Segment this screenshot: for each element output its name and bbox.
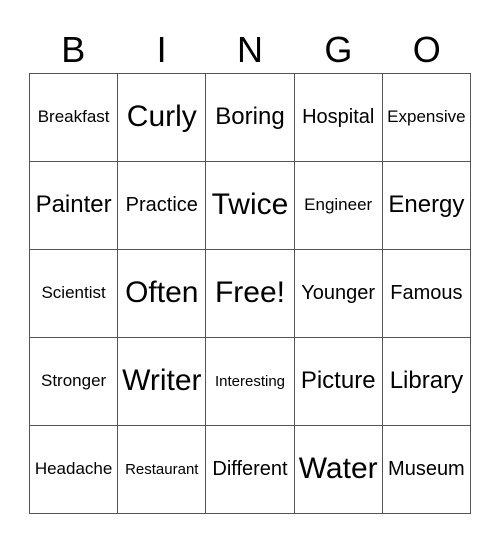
bingo-grid: Breakfast Curly Boring Hospital Expensive Pai… bbox=[29, 72, 471, 514]
bingo-cell[interactable]: Painter bbox=[30, 161, 119, 250]
bingo-cell[interactable]: Expensive bbox=[382, 73, 471, 162]
bingo-cell-text: Younger bbox=[301, 281, 376, 304]
bingo-cell[interactable]: Interesting bbox=[206, 337, 295, 426]
header-letter-o: O bbox=[412, 29, 441, 70]
bingo-cell-text: Boring bbox=[215, 103, 285, 130]
bingo-cell-text: Restaurant bbox=[125, 460, 199, 478]
bingo-cell-text: Hospital bbox=[302, 105, 375, 128]
bingo-cell[interactable]: Museum bbox=[382, 425, 471, 514]
bingo-cell[interactable]: Famous bbox=[382, 249, 471, 338]
bingo-cell-text: Interesting bbox=[214, 372, 286, 390]
bingo-cell-text: Expensive bbox=[387, 107, 466, 126]
bingo-cell[interactable]: Picture bbox=[294, 337, 383, 426]
header-letter-b: B bbox=[61, 29, 86, 70]
bingo-cell[interactable]: Younger bbox=[294, 249, 383, 338]
bingo-cell[interactable]: Library bbox=[382, 337, 471, 426]
bingo-cell-text: Energy bbox=[388, 191, 465, 218]
bingo-header: B I N G O bbox=[29, 28, 471, 72]
bingo-cell[interactable]: Stronger bbox=[30, 337, 119, 426]
header-letter-g: G bbox=[324, 29, 353, 70]
bingo-cell-text: Free! bbox=[214, 276, 285, 309]
bingo-cell-text: Writer bbox=[122, 364, 202, 397]
bingo-cell[interactable]: Breakfast bbox=[30, 73, 119, 162]
bingo-cell[interactable]: Twice bbox=[206, 161, 295, 250]
bingo-cell[interactable]: Engineer bbox=[294, 161, 383, 250]
bingo-cell[interactable]: Energy bbox=[382, 161, 471, 250]
bingo-cell-text: Library bbox=[389, 367, 464, 394]
bingo-cell-text: Engineer bbox=[304, 195, 373, 214]
bingo-cell[interactable]: Different bbox=[206, 425, 295, 514]
bingo-cell[interactable]: Curly bbox=[118, 73, 207, 162]
bingo-cell[interactable]: Restaurant bbox=[118, 425, 207, 514]
bingo-cell-text: Famous bbox=[390, 281, 463, 304]
header-letter-i: I bbox=[156, 29, 167, 70]
bingo-cell-text: Painter bbox=[35, 191, 112, 218]
bingo-cell[interactable]: Free! bbox=[206, 249, 295, 338]
bingo-cell[interactable]: Practice bbox=[118, 161, 207, 250]
bingo-cell-text: Curly bbox=[126, 100, 197, 133]
bingo-cell-text: Water bbox=[298, 452, 378, 485]
bingo-cell-text: Picture bbox=[300, 367, 376, 394]
bingo-cell[interactable]: Often bbox=[118, 249, 207, 338]
bingo-cell[interactable]: Scientist bbox=[30, 249, 119, 338]
bingo-cell-text: Headache bbox=[34, 459, 113, 478]
bingo-cell[interactable]: Hospital bbox=[294, 73, 383, 162]
bingo-cell-text: Often bbox=[125, 276, 199, 309]
bingo-cell[interactable]: Boring bbox=[206, 73, 295, 162]
bingo-cell-text: Museum bbox=[388, 457, 465, 480]
bingo-cell[interactable]: Headache bbox=[30, 425, 119, 514]
bingo-cell-text: Practice bbox=[125, 193, 198, 216]
bingo-cell[interactable]: Writer bbox=[118, 337, 207, 426]
header-letter-n: N bbox=[236, 29, 263, 70]
bingo-cell-text: Twice bbox=[211, 188, 289, 221]
bingo-cell-text: Stronger bbox=[40, 371, 107, 390]
bingo-cell-text: Breakfast bbox=[37, 107, 110, 126]
bingo-cell[interactable]: Water bbox=[294, 425, 383, 514]
bingo-cell-text: Different bbox=[212, 457, 288, 480]
bingo-cell-text: Scientist bbox=[41, 283, 106, 302]
